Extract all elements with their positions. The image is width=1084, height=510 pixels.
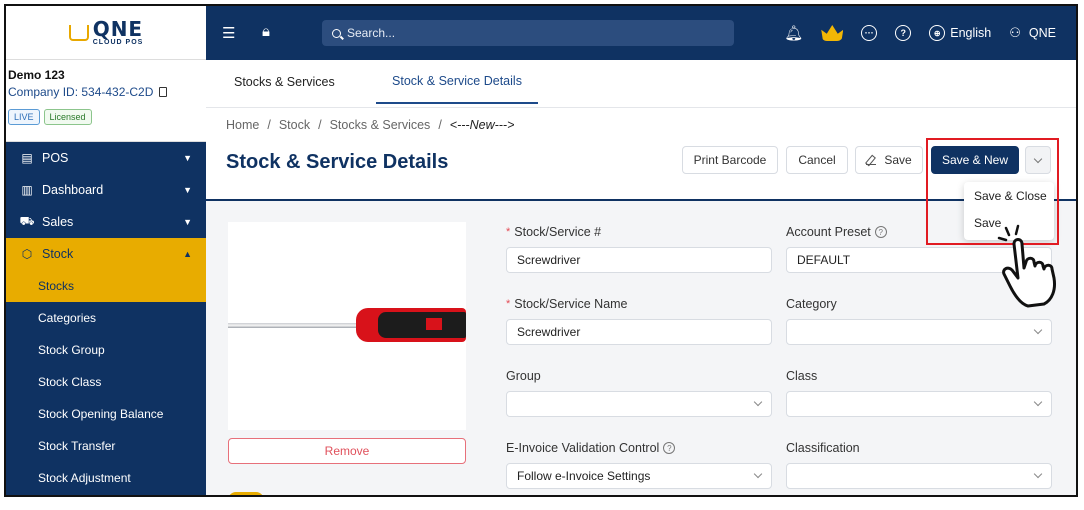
user-menu[interactable]: ⚇ QNE bbox=[1009, 25, 1056, 41]
chevron-down-icon: ▼ bbox=[183, 217, 192, 227]
sidebar-subitem-opening-balance[interactable]: Stock Opening Balance bbox=[6, 398, 206, 430]
company-info: Demo 123 Company ID: 534-432-C2D LIVE Li… bbox=[6, 60, 206, 142]
app-window: QNE CLOUD POS Demo 123 Company ID: 534-4… bbox=[4, 4, 1078, 497]
pos-icon: ▤ bbox=[21, 151, 33, 165]
print-barcode-button[interactable]: Print Barcode bbox=[682, 146, 778, 174]
user-icon: ⚇ bbox=[1009, 25, 1021, 40]
chevron-down-icon bbox=[1033, 469, 1043, 479]
stock-image bbox=[228, 222, 466, 430]
bell-icon[interactable]: 🔔︎ bbox=[784, 24, 803, 42]
class-select[interactable] bbox=[786, 391, 1052, 417]
help-icon[interactable]: ? bbox=[895, 25, 912, 41]
search-input[interactable] bbox=[347, 26, 707, 40]
chevron-down-icon: ▼ bbox=[183, 153, 192, 163]
stock-no-label: * Stock/Service # bbox=[506, 225, 602, 239]
logo-text: QNE bbox=[92, 17, 144, 41]
sidebar-item-sales[interactable]: ⛟ Sales ▼ bbox=[6, 206, 206, 238]
sidebar-subitem-stocks[interactable]: Stocks bbox=[6, 270, 206, 302]
classification-select[interactable] bbox=[786, 463, 1052, 489]
sales-icon: ⛟ bbox=[19, 214, 35, 228]
crown-icon[interactable] bbox=[821, 25, 844, 41]
tab-bar: Stocks & Services Stock & Service Detail… bbox=[206, 60, 1076, 108]
cancel-button[interactable]: Cancel bbox=[786, 146, 848, 174]
group-select[interactable] bbox=[506, 391, 772, 417]
breadcrumb-current: <---New---> bbox=[449, 118, 515, 132]
account-preset-label: Account Preset ? bbox=[786, 225, 887, 239]
breadcrumb: Home / Stock / Stocks & Services / <---New-… bbox=[226, 118, 515, 132]
company-name: Demo 123 bbox=[8, 68, 65, 82]
active-toggle[interactable] bbox=[228, 492, 264, 495]
chevron-down-icon bbox=[1033, 325, 1043, 335]
chevron-up-icon: ▲ bbox=[183, 249, 192, 259]
sidebar: QNE CLOUD POS Demo 123 Company ID: 534-4… bbox=[6, 6, 206, 495]
logo-subtext: CLOUD POS bbox=[92, 39, 144, 46]
sidebar-subitem-stock-class[interactable]: Stock Class bbox=[6, 366, 206, 398]
stock-name-input[interactable]: Screwdriver bbox=[506, 319, 772, 345]
licensed-badge: Licensed bbox=[43, 109, 92, 125]
class-label: Class bbox=[786, 369, 818, 383]
lock-icon[interactable]: 🔒︎ bbox=[262, 23, 270, 40]
sidebar-item-stock[interactable]: ⬡ Stock ▲ bbox=[6, 238, 206, 270]
cart-icon bbox=[68, 24, 89, 41]
pencil-icon bbox=[866, 155, 877, 165]
page-title: Stock & Service Details bbox=[226, 151, 449, 173]
help-icon[interactable]: ? bbox=[874, 226, 887, 238]
classification-label: Classification bbox=[786, 441, 860, 455]
sidebar-subitem-stock-transfer[interactable]: Stock Transfer bbox=[6, 430, 206, 462]
category-label: Category bbox=[786, 297, 837, 311]
breadcrumb-stocks-services[interactable]: Stocks & Services bbox=[330, 118, 431, 132]
chevron-down-icon bbox=[1033, 397, 1043, 407]
chevron-down-icon bbox=[753, 469, 763, 479]
menu-collapse-icon[interactable]: ☰ bbox=[222, 24, 235, 42]
stock-no-input[interactable]: Screwdriver bbox=[506, 247, 772, 273]
tab-stock-service-details[interactable]: Stock & Service Details bbox=[376, 60, 538, 104]
chat-icon[interactable]: ··· bbox=[861, 25, 878, 41]
copy-icon[interactable] bbox=[159, 87, 168, 97]
save-button[interactable]: Save bbox=[855, 146, 923, 174]
hand-pointer-icon bbox=[997, 224, 1056, 308]
category-select[interactable] bbox=[786, 319, 1052, 345]
breadcrumb-home[interactable]: Home bbox=[226, 118, 259, 132]
chevron-down-icon: ▼ bbox=[183, 185, 192, 195]
sidebar-subitem-stock-adjustment[interactable]: Stock Adjustment bbox=[6, 462, 206, 494]
remove-image-button[interactable]: Remove bbox=[228, 438, 466, 464]
einvoice-label: E-Invoice Validation Control ? bbox=[506, 441, 676, 455]
search-icon bbox=[332, 28, 341, 38]
einvoice-select[interactable]: Follow e-Invoice Settings bbox=[506, 463, 772, 489]
sidebar-item-pos[interactable]: ▤ POS ▼ bbox=[6, 142, 206, 174]
stock-icon: ⬡ bbox=[21, 247, 33, 261]
qne-logo: QNE CLOUD POS bbox=[68, 17, 144, 46]
company-id: Company ID: 534-432-C2D bbox=[8, 85, 204, 99]
search-bar[interactable] bbox=[322, 20, 734, 46]
language-selector[interactable]: ⊕ English bbox=[929, 25, 991, 41]
breadcrumb-stock[interactable]: Stock bbox=[279, 118, 310, 132]
logo-area: QNE CLOUD POS bbox=[6, 6, 206, 60]
stock-name-label: * Stock/Service Name bbox=[506, 297, 628, 311]
tab-stocks-services[interactable]: Stocks & Services bbox=[234, 60, 335, 104]
sidebar-item-dashboard[interactable]: ▥ Dashboard ▼ bbox=[6, 174, 206, 206]
sidebar-subitem-stock-group[interactable]: Stock Group bbox=[6, 334, 206, 366]
help-icon[interactable]: ? bbox=[663, 442, 676, 454]
live-badge: LIVE bbox=[8, 109, 40, 125]
dashboard-icon: ▥ bbox=[21, 183, 33, 197]
chevron-down-icon bbox=[753, 397, 763, 407]
group-label: Group bbox=[506, 369, 541, 383]
sidebar-subitem-categories[interactable]: Categories bbox=[6, 302, 206, 334]
top-bar: ☰ 🔒︎ 🔔︎ ··· ? ⊕ English ⚇ QNE bbox=[206, 6, 1076, 60]
globe-icon: ⊕ bbox=[929, 25, 946, 41]
